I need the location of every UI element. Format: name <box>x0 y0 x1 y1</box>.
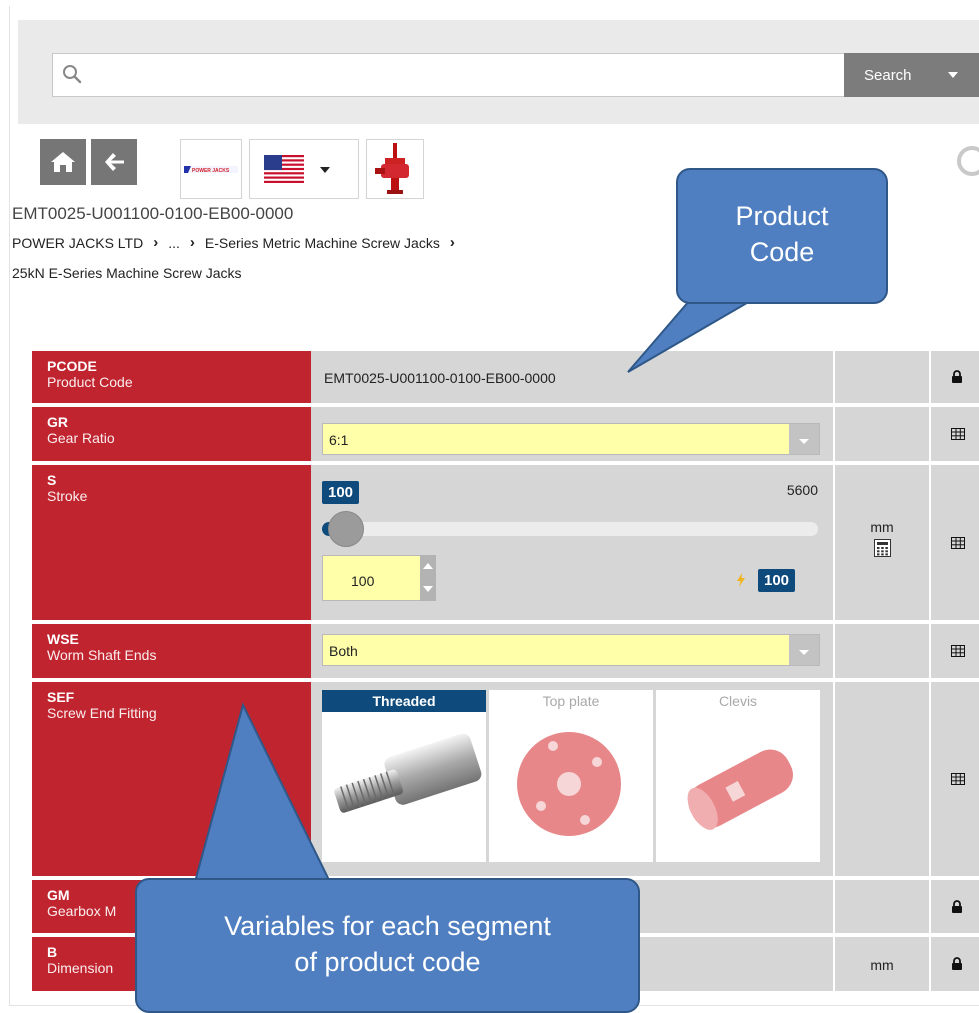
variables-callout: Variables for each segment of product co… <box>135 878 640 1013</box>
product-code-callout-pointer <box>627 299 756 373</box>
callout-line: Product <box>735 201 829 231</box>
variables-callout-pointer <box>193 702 332 883</box>
page: Search POWER JACKS EMT0025-U001100-0100-… <box>0 0 979 1013</box>
callout-line: Code <box>749 237 815 267</box>
callout-line: of product code <box>294 947 481 977</box>
callout-pointers <box>193 299 756 883</box>
product-code-callout: Product Code <box>676 168 888 304</box>
callout-line: Variables for each segment <box>224 911 551 941</box>
